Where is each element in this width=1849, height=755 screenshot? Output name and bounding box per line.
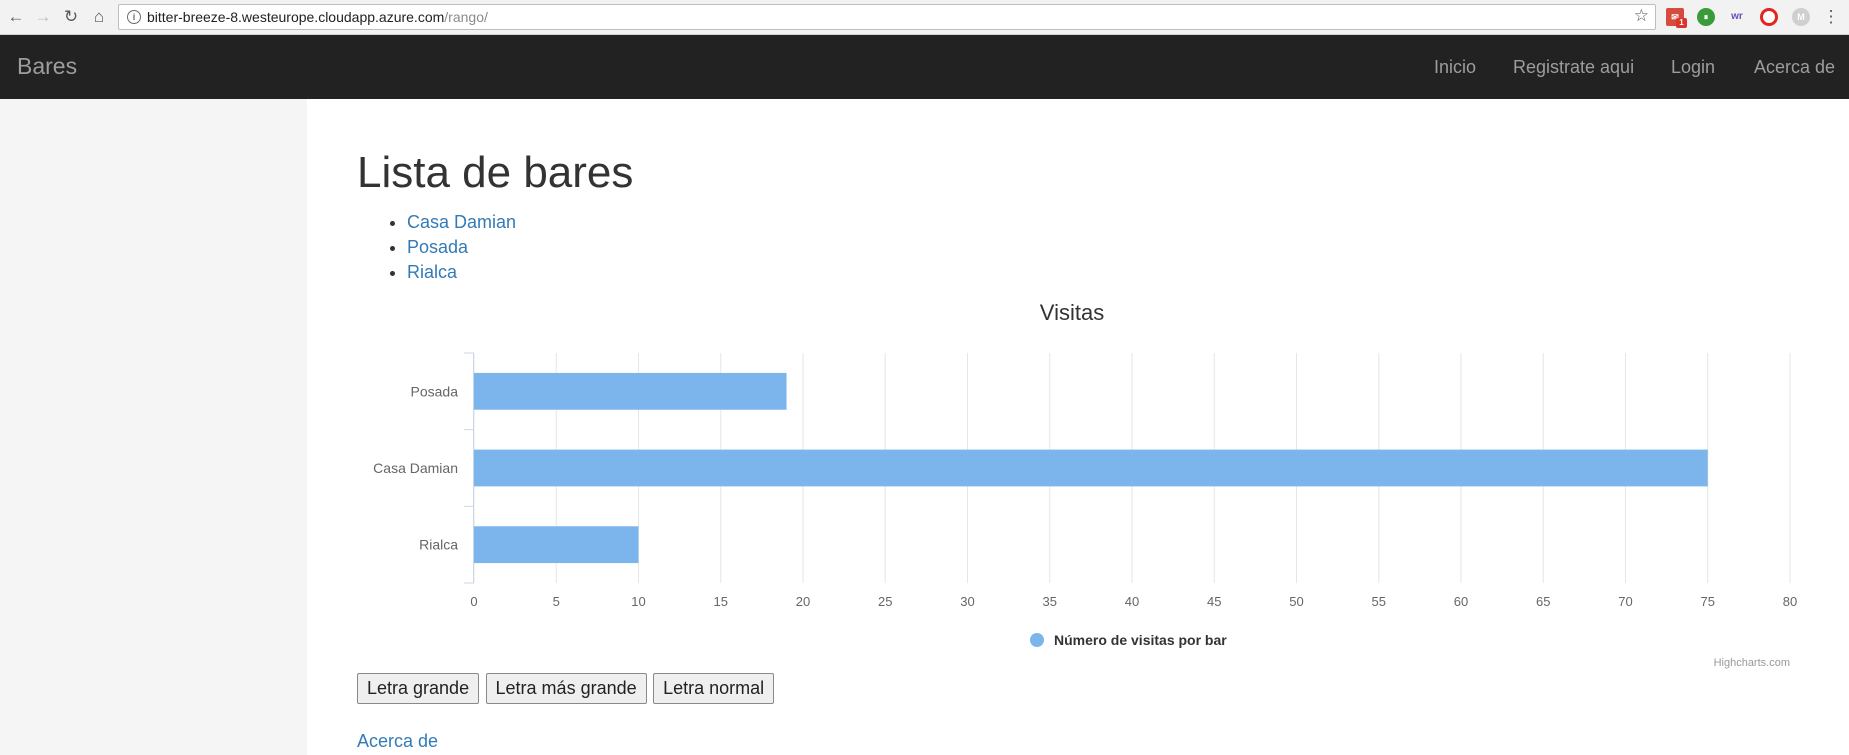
menu-icon[interactable]: ⋮ xyxy=(1820,6,1842,28)
nav-link-acerca[interactable]: Acerca de xyxy=(1754,57,1835,78)
browser-toolbar: ← → ↻ ⌂ i bitter-breeze-8.westeurope.clo… xyxy=(0,0,1849,35)
navbar-brand[interactable]: Bares xyxy=(17,53,77,80)
credits-link: Highcharts.com xyxy=(1714,657,1790,669)
normal-font-button[interactable]: Letra normal xyxy=(653,673,775,704)
green-extension-icon[interactable]: ⏸ xyxy=(1697,8,1715,26)
forward-arrow-icon[interactable]: → xyxy=(32,6,54,28)
visits-chart: Visitas 0 5 10 15 20 25 30 35 40 45 50 55 60 65 70 75 80 P… xyxy=(357,300,1797,670)
legend-marker xyxy=(1030,633,1044,647)
bar xyxy=(474,449,1708,487)
x-tick-label: 0 xyxy=(470,594,477,609)
nav-link-inicio[interactable]: Inicio xyxy=(1434,57,1476,78)
site-info-icon[interactable]: i xyxy=(127,10,141,24)
x-tick-label: 25 xyxy=(878,594,892,609)
category-label: Casa Damian xyxy=(373,460,458,476)
x-tick-label: 5 xyxy=(553,594,560,609)
x-tick-label: 75 xyxy=(1701,594,1715,609)
sidebar xyxy=(0,99,307,755)
back-arrow-icon[interactable]: ← xyxy=(5,6,27,28)
url-text: bitter-breeze-8.westeurope.cloudapp.azur… xyxy=(147,9,488,25)
category-label: Rialca xyxy=(419,537,458,553)
x-tick-label: 45 xyxy=(1207,594,1221,609)
bar-list: Casa Damian Posada Rialca xyxy=(357,210,516,285)
gmail-badge: 1 xyxy=(1676,18,1687,28)
x-tick-label: 30 xyxy=(960,594,974,609)
x-tick-label: 65 xyxy=(1536,594,1550,609)
list-item: Casa Damian xyxy=(407,210,516,235)
x-tick-label: 40 xyxy=(1125,594,1139,609)
page-title: Lista de bares xyxy=(357,148,634,197)
legend-item: Número de visitas por bar xyxy=(1054,632,1227,648)
x-tick-label: 55 xyxy=(1372,594,1386,609)
footer-about-link[interactable]: Acerca de xyxy=(357,731,438,752)
nav-link-login[interactable]: Login xyxy=(1671,57,1715,78)
x-tick-label: 70 xyxy=(1618,594,1632,609)
x-tick-label: 20 xyxy=(796,594,810,609)
list-item: Rialca xyxy=(407,260,516,285)
top-navbar: Bares Inicio Registrate aqui Login Acerc… xyxy=(0,35,1849,99)
reload-icon[interactable]: ↻ xyxy=(60,6,82,28)
home-icon[interactable]: ⌂ xyxy=(88,6,110,28)
larger-font-button[interactable]: Letra más grande xyxy=(485,673,647,704)
x-tick-label: 15 xyxy=(714,594,728,609)
x-tick-label: 10 xyxy=(631,594,645,609)
grey-extension-icon[interactable]: M xyxy=(1792,8,1810,26)
x-tick-label: 80 xyxy=(1783,594,1797,609)
opera-extension-icon[interactable] xyxy=(1760,8,1778,26)
bar xyxy=(474,372,787,410)
wr-extension-icon[interactable]: wr xyxy=(1728,8,1746,26)
bookmark-star-icon[interactable]: ☆ xyxy=(1634,6,1649,26)
x-tick-label: 35 xyxy=(1043,594,1057,609)
font-size-buttons: Letra grande Letra más grande Letra norm… xyxy=(357,673,776,704)
chart-title: Visitas xyxy=(1040,300,1104,325)
category-label: Posada xyxy=(411,383,459,399)
chart-svg: Visitas 0 5 10 15 20 25 30 35 40 45 50 55 60 65 70 75 80 P… xyxy=(373,300,1797,669)
list-item: Posada xyxy=(407,235,516,260)
bar xyxy=(474,526,639,564)
gmail-extension-icon[interactable]: ✉ 1 xyxy=(1666,8,1687,28)
large-font-button[interactable]: Letra grande xyxy=(357,673,480,704)
nav-link-registrate[interactable]: Registrate aqui xyxy=(1513,57,1634,78)
bar-link-rialca[interactable]: Rialca xyxy=(407,262,457,282)
x-tick-label: 50 xyxy=(1289,594,1303,609)
address-bar[interactable]: i bitter-breeze-8.westeurope.cloudapp.az… xyxy=(118,4,1656,30)
x-tick-label: 60 xyxy=(1454,594,1468,609)
bar-link-casa-damian[interactable]: Casa Damian xyxy=(407,212,516,232)
bar-link-posada[interactable]: Posada xyxy=(407,237,468,257)
